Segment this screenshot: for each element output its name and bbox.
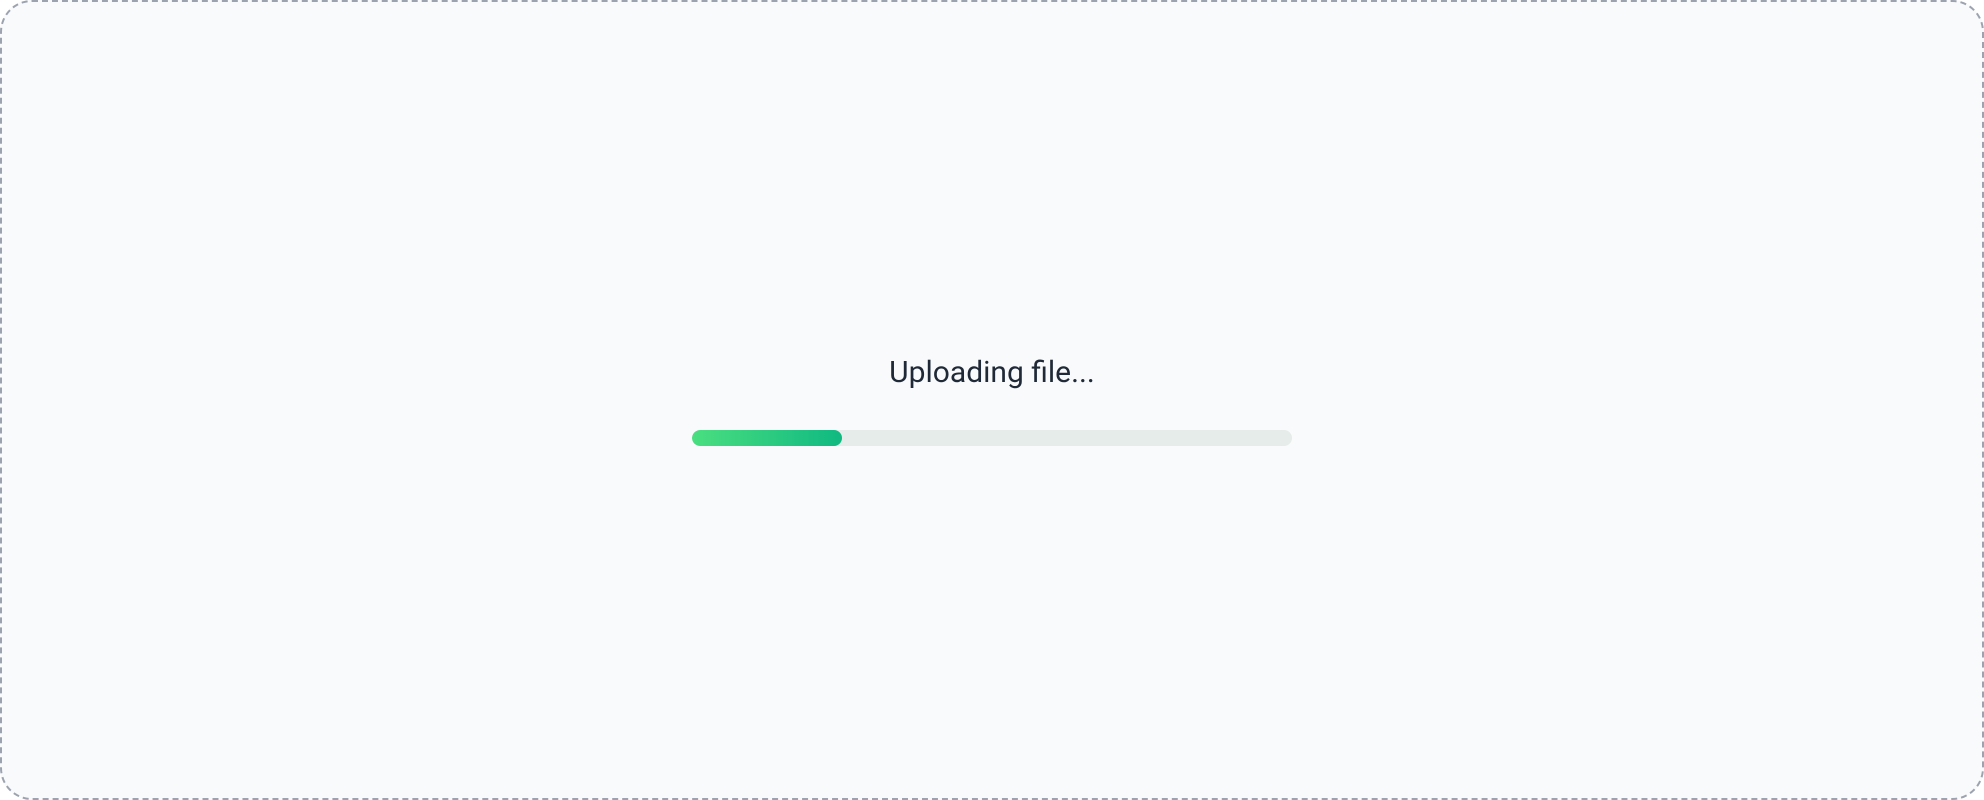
progress-bar-track (692, 430, 1292, 446)
upload-status-title: Uploading file... (889, 355, 1095, 390)
progress-bar-fill (692, 430, 842, 446)
upload-dropzone[interactable]: Uploading file... (0, 0, 1984, 800)
